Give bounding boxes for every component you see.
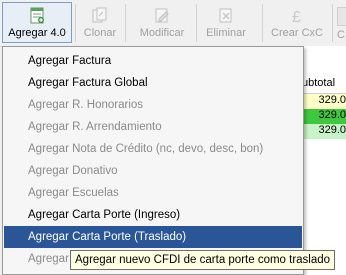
eliminar-label: Eliminar xyxy=(206,27,246,39)
data-grid: ubtotal 329.0 329.0 329.0 xyxy=(300,46,346,275)
delete-icon xyxy=(219,8,232,23)
toolbar: Agregar 4.0 Clonar Modificar Eliminar £ … xyxy=(0,0,346,47)
grid-cell[interactable]: 329.0 xyxy=(300,109,346,124)
menu-item-agregar-factura-global[interactable]: Agregar Factura Global xyxy=(4,72,302,94)
modificar-label: Modificar xyxy=(139,27,185,39)
menu-item-agregar-escuelas[interactable]: Agregar Escuelas xyxy=(4,182,302,204)
clone-icon xyxy=(92,7,107,23)
menu-item-agregar-donativo[interactable]: Agregar Donativo xyxy=(4,160,302,182)
tooltip: Agregar nuevo CFDI de carta porte como t… xyxy=(70,250,336,270)
menu-item-agregar-r-honorarios[interactable]: Agregar R. Honorarios xyxy=(4,94,302,116)
svg-text:£: £ xyxy=(292,9,301,24)
toolbar-separator xyxy=(262,4,263,42)
menu-item-agregar-carta-porte-ingreso[interactable]: Agregar Carta Porte (Ingreso) xyxy=(4,204,302,226)
toolbar-separator xyxy=(75,4,76,42)
menu-item-agregar-r-arrendamiento[interactable]: Agregar R. Arrendamiento xyxy=(4,116,302,138)
add-document-icon xyxy=(30,7,44,24)
partial-label: C xyxy=(337,29,345,41)
menu-item-agregar-nota-de-credito[interactable]: Agregar Nota de Crédito (nc, devo, desc,… xyxy=(4,138,302,160)
toolbar-separator xyxy=(125,4,126,42)
modificar-button[interactable]: Modificar xyxy=(132,2,192,43)
agregar-dropdown-menu: Agregar Factura Agregar Factura Global A… xyxy=(2,46,304,275)
agregar-button[interactable]: Agregar 4.0 xyxy=(2,2,72,43)
menu-item-agregar-factura[interactable]: Agregar Factura xyxy=(4,50,302,72)
edit-icon xyxy=(155,8,169,23)
partial-icon xyxy=(337,7,346,26)
toolbar-separator xyxy=(196,4,197,42)
grid-cell[interactable]: 329.0 xyxy=(300,124,346,139)
grid-cell[interactable]: 329.0 xyxy=(300,94,346,109)
toolbar-separator xyxy=(332,4,333,42)
column-header-subtotal[interactable]: ubtotal xyxy=(300,77,346,94)
crear-cxc-button[interactable]: £ Crear CxC xyxy=(266,2,328,43)
partial-button[interactable]: C xyxy=(336,2,346,43)
crear-cxc-label: Crear CxC xyxy=(271,27,323,39)
pound-icon: £ xyxy=(292,9,301,24)
clonar-label: Clonar xyxy=(83,27,117,39)
clonar-button[interactable]: Clonar xyxy=(78,2,122,43)
eliminar-button[interactable]: Eliminar xyxy=(200,2,252,43)
menu-item-agregar-carta-porte-traslado[interactable]: Agregar Carta Porte (Traslado) xyxy=(4,226,302,248)
agregar-label: Agregar 4.0 xyxy=(8,27,66,39)
